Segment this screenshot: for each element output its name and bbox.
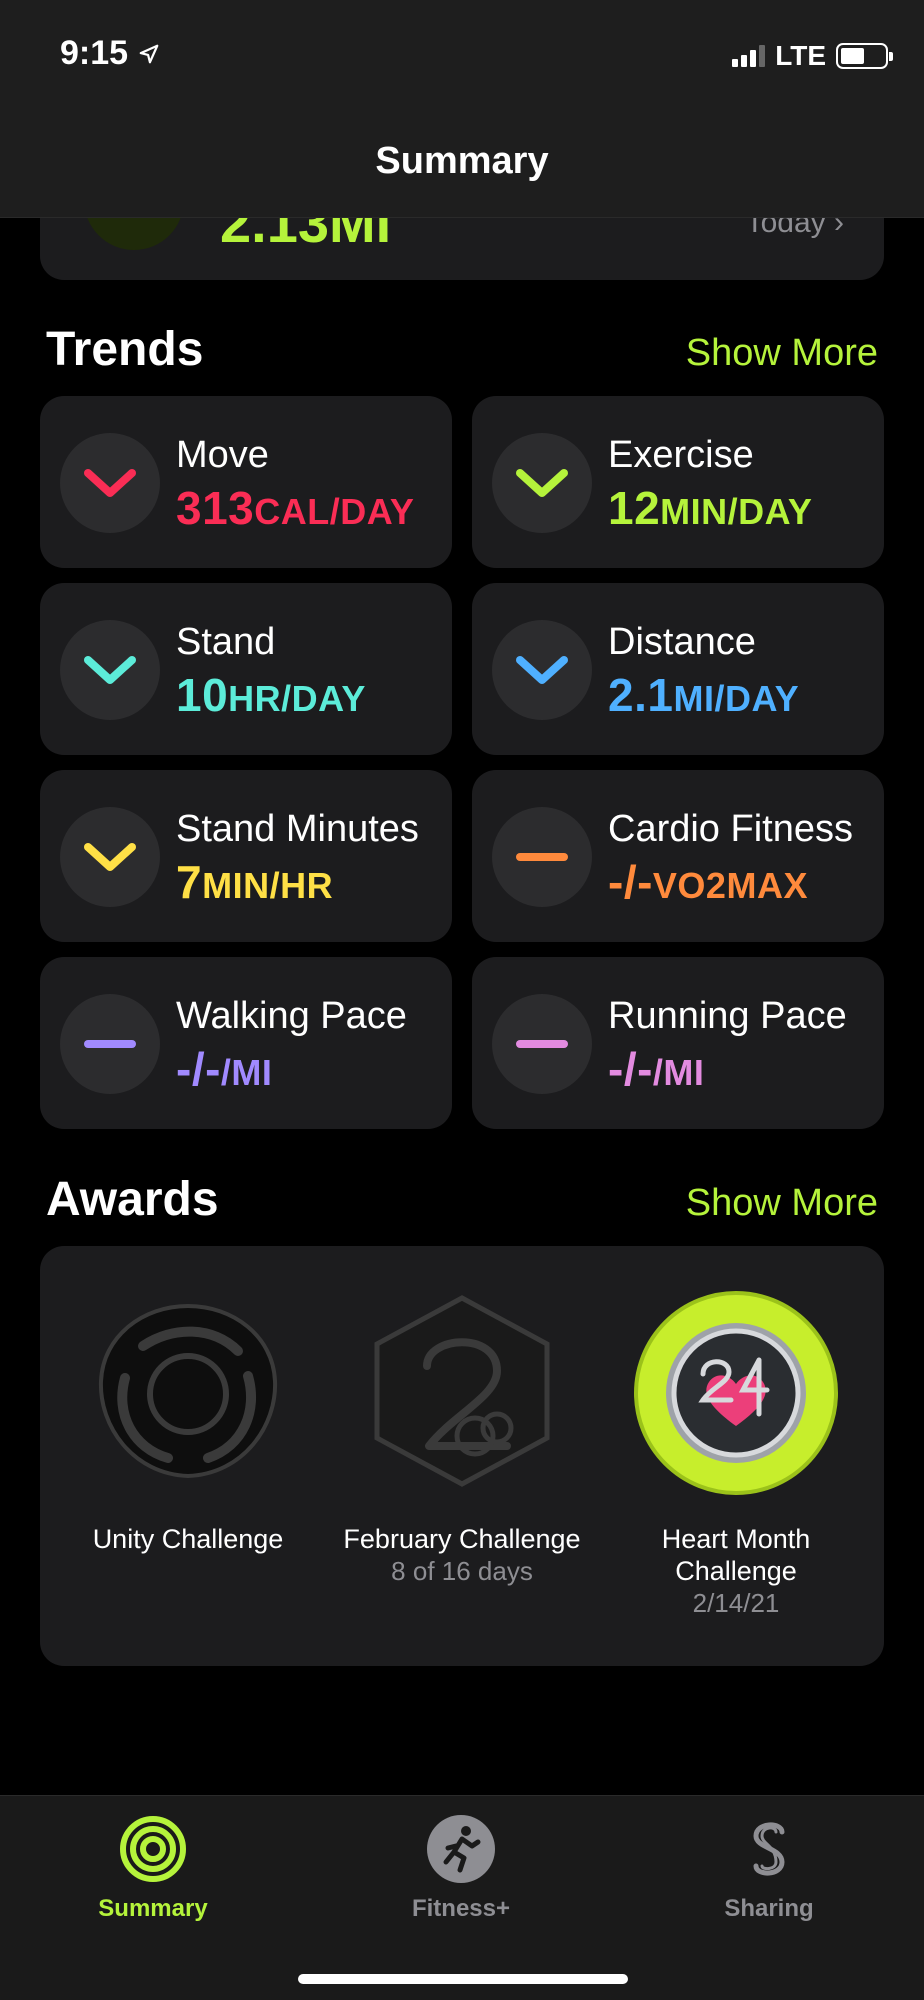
awards-title: Awards (46, 1173, 219, 1226)
trends-header: Trends Show More (46, 322, 878, 377)
award-name: Heart Month Challenge (661, 1524, 811, 1586)
network-label: LTE (775, 40, 826, 71)
trend-value: 10HR/DAY (176, 669, 366, 721)
trend-card-exercise[interactable]: Exercise 12MIN/DAY (472, 396, 884, 568)
trend-card-stand-minutes[interactable]: Stand Minutes 7MIN/HR (40, 770, 452, 942)
trend-label: Move (176, 434, 269, 476)
trend-card-distance[interactable]: Distance 2.1MI/DAY (472, 583, 884, 755)
heart-month-badge-icon (634, 1291, 838, 1495)
awards-card: Unity Challenge February Challenge 8 of … (40, 1246, 884, 1666)
trend-down-icon (60, 433, 160, 533)
trend-label: Cardio Fitness (608, 808, 853, 850)
trend-value: 313CAL/DAY (176, 482, 415, 534)
battery-icon (836, 43, 893, 69)
trend-value: -/-/MI (176, 1043, 273, 1095)
award-heart-month-challenge[interactable]: Heart Month Challenge 2/14/21 (606, 1286, 866, 1619)
cellular-signal-icon (732, 45, 766, 67)
trend-value: 2.1MI/DAY (608, 669, 800, 721)
trend-card-cardio-fitness[interactable]: Cardio Fitness -/-VO2MAX (472, 770, 884, 942)
sharing-s-icon (753, 1822, 785, 1876)
trend-value: -/-/MI (608, 1043, 705, 1095)
trends-title: Trends (46, 323, 204, 376)
awards-header: Awards Show More (46, 1172, 878, 1227)
trend-value: -/-VO2MAX (608, 856, 808, 908)
trend-down-icon (492, 620, 592, 720)
award-february-challenge[interactable]: February Challenge 8 of 16 days (332, 1286, 592, 1587)
trend-card-stand[interactable]: Stand 10HR/DAY (40, 583, 452, 755)
award-subtitle: 2/14/21 (692, 1588, 780, 1618)
award-subtitle: 8 of 16 days (391, 1556, 533, 1586)
tab-label: Sharing (724, 1895, 814, 1922)
tab-fitness-plus[interactable]: Fitness+ (361, 1814, 561, 1923)
trend-card-move[interactable]: Move 313CAL/DAY (40, 396, 452, 568)
tab-sharing[interactable]: Sharing (669, 1814, 869, 1923)
location-arrow-icon (139, 44, 159, 63)
trends-show-more-link[interactable]: Show More (686, 332, 878, 375)
trend-card-running-pace[interactable]: Running Pace -/-/MI (472, 957, 884, 1129)
trend-label: Running Pace (608, 995, 847, 1037)
trend-flat-icon (492, 807, 592, 907)
trend-flat-icon (60, 994, 160, 1094)
awards-show-more-link[interactable]: Show More (686, 1182, 878, 1225)
activity-rings-icon (120, 1816, 186, 1882)
trend-down-icon (60, 620, 160, 720)
header: 9:15 LTE Summary (0, 0, 924, 218)
award-name: February Challenge (343, 1524, 581, 1554)
tab-label: Summary (98, 1895, 208, 1922)
trend-card-walking-pace[interactable]: Walking Pace -/-/MI (40, 957, 452, 1129)
hexagon-badge-icon (374, 1295, 550, 1487)
trend-label: Distance (608, 621, 756, 663)
page-title: Summary (375, 140, 549, 182)
tab-summary[interactable]: Summary (53, 1814, 253, 1923)
trend-down-icon (60, 807, 160, 907)
trend-label: Stand (176, 621, 276, 663)
unity-hands-badge-icon (98, 1303, 278, 1479)
award-name: Unity Challenge (92, 1524, 284, 1554)
trend-label: Stand Minutes (176, 808, 419, 850)
trend-value: 7MIN/HR (176, 856, 334, 908)
tab-bar: Summary Fitness+ Sharing (0, 1795, 924, 2000)
running-figure-icon (427, 1815, 495, 1883)
status-time: 9:15 (60, 34, 160, 73)
home-indicator[interactable] (298, 1974, 628, 1984)
trend-flat-icon (492, 994, 592, 1094)
trend-label: Walking Pace (176, 995, 407, 1037)
trend-down-icon (492, 433, 592, 533)
tab-label: Fitness+ (411, 1895, 511, 1922)
award-unity-challenge[interactable]: Unity Challenge (58, 1286, 318, 1555)
trend-label: Exercise (608, 434, 754, 476)
trend-value: 12MIN/DAY (608, 482, 813, 534)
